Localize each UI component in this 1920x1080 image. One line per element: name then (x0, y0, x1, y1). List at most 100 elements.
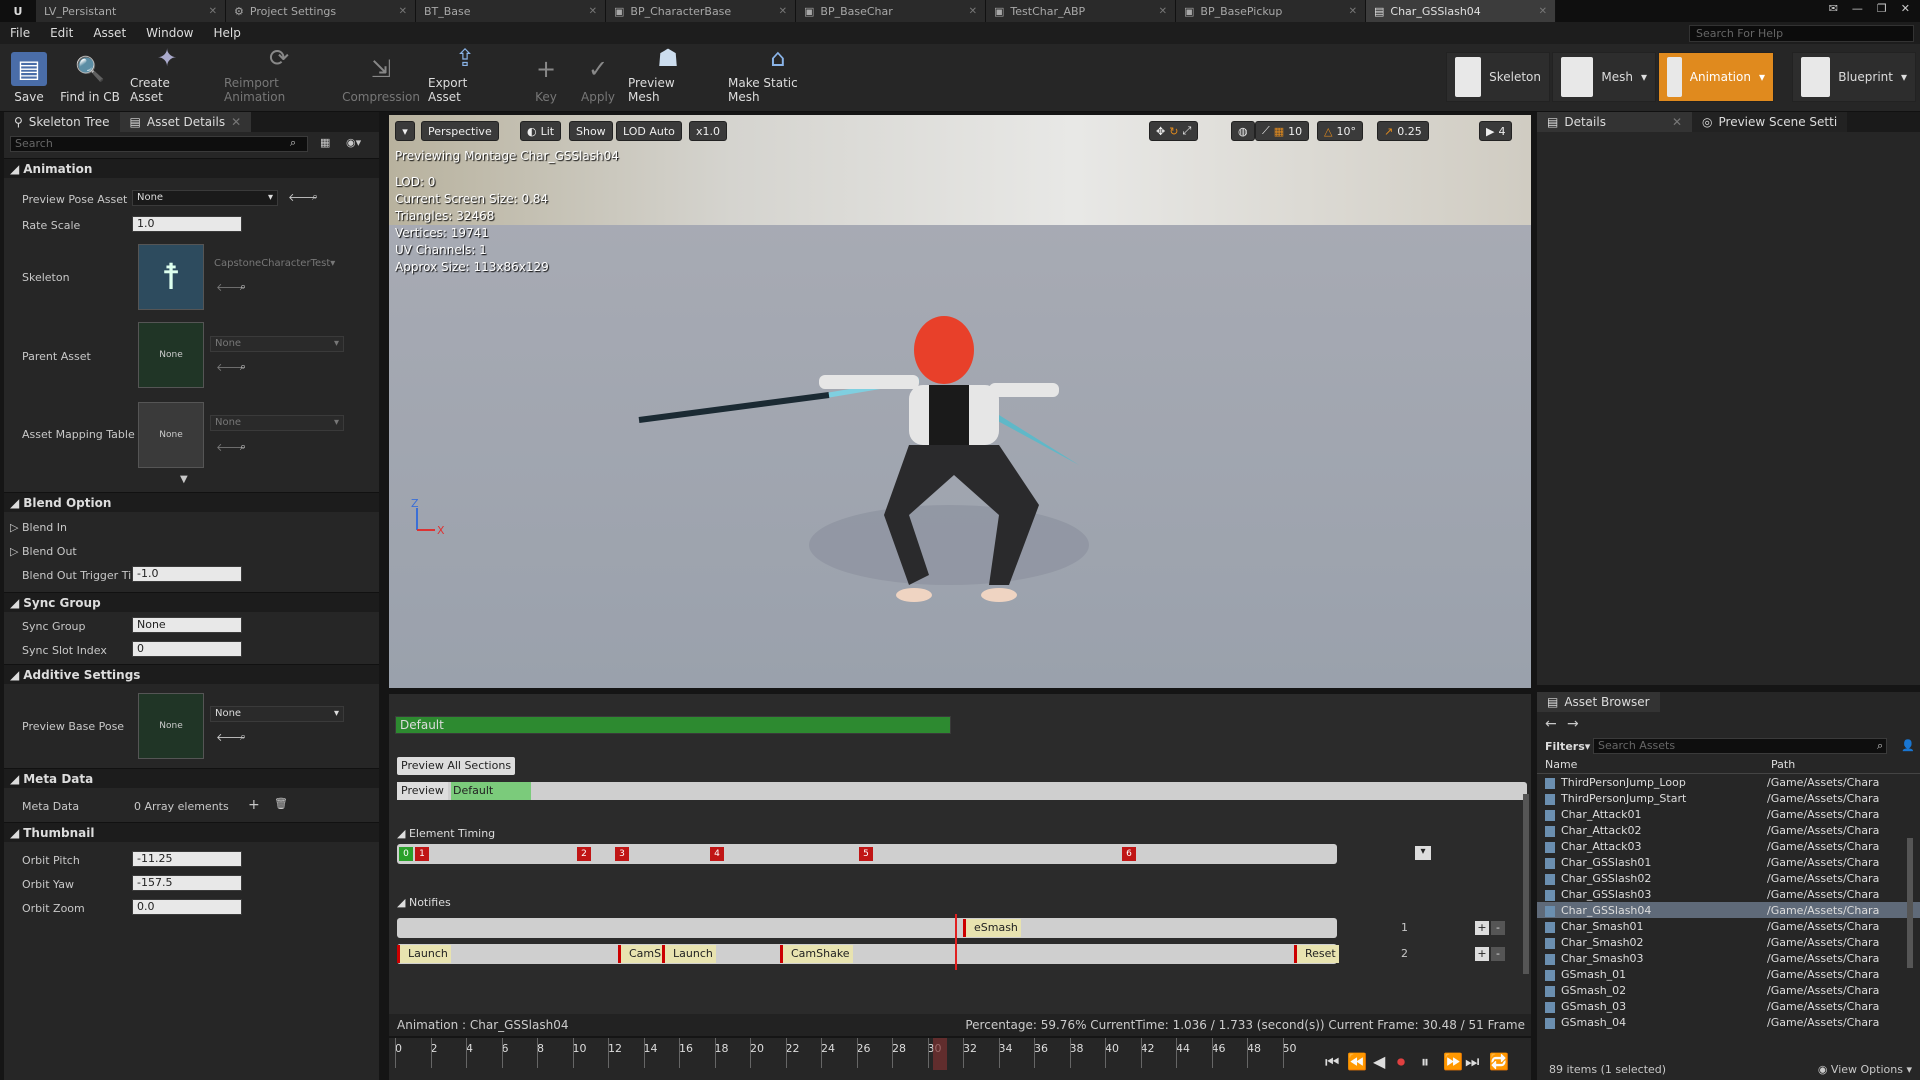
preview-pose-asset-dropdown[interactable]: None ▾ (132, 190, 278, 206)
search-icon[interactable]: ⌕ (240, 280, 246, 294)
timing-marker[interactable]: 6 (1122, 847, 1136, 861)
parent-asset-thumbnail[interactable]: None (138, 322, 204, 388)
preview-mesh-button[interactable]: ☗ Preview Mesh (628, 44, 708, 108)
asset-mapping-thumbnail[interactable]: None (138, 402, 204, 468)
eye-icon[interactable]: ◉▾ (346, 136, 361, 149)
menu-window[interactable]: Window (136, 26, 203, 40)
key-button[interactable]: + Key (528, 48, 564, 108)
timeline-playhead[interactable] (933, 1038, 947, 1070)
filters-button[interactable]: Filters▾ (1545, 740, 1590, 753)
close-window-icon[interactable]: ✕ (1901, 2, 1910, 15)
notify-esmash[interactable]: eSmash (963, 919, 1021, 937)
mode-blueprint[interactable]: Blueprint ▾ (1792, 52, 1916, 102)
timeline-scrubber[interactable]: 0246810121416182022242628303234363840424… (389, 1038, 1531, 1080)
asset-row[interactable]: GSmash_03/Game/Assets/Chara (1537, 998, 1920, 1014)
menu-file[interactable]: File (0, 26, 40, 40)
tab-lv-persistant[interactable]: LV_Persistant ✕ (36, 0, 226, 22)
close-icon[interactable]: ✕ (399, 6, 407, 17)
timeline-ruler[interactable]: 0246810121416182022242628303234363840424… (395, 1038, 1297, 1080)
tab-asset-details[interactable]: ▤ Asset Details ✕ (119, 112, 252, 132)
asset-mapping-dropdown[interactable]: None ▾ (210, 415, 344, 431)
step-forward-icon[interactable]: ⏩ (1443, 1052, 1463, 1071)
tab-skeleton-tree[interactable]: ⚲ Skeleton Tree (4, 112, 120, 132)
close-icon[interactable]: ✕ (209, 6, 217, 17)
trash-icon[interactable]: 🗑 (274, 797, 288, 810)
orbit-zoom-field[interactable]: 0.0 (132, 899, 242, 915)
search-icon[interactable]: ⌕ (240, 730, 246, 744)
save-button[interactable]: ▤ Save (8, 48, 50, 108)
close-icon[interactable]: ✕ (1672, 115, 1682, 129)
search-icon[interactable]: ⌕ (240, 440, 246, 454)
notify-track-2[interactable]: eSmash (397, 918, 1337, 938)
asset-row[interactable]: Char_GSSlash01/Game/Assets/Chara (1537, 854, 1920, 870)
remove-track-icon[interactable]: - (1491, 921, 1505, 935)
default-section-block[interactable]: Default (451, 782, 531, 800)
skeleton-dropdown[interactable]: CapstoneCharacterTest▾ (210, 257, 346, 273)
preview-viewport[interactable]: ▾ Perspective ◐ Lit Show LOD Auto x1.0 ✥ ↻… (389, 115, 1531, 688)
help-search-input[interactable]: Search For Help (1689, 25, 1914, 42)
tab-char-gsslash04[interactable]: ▤ Char_GSSlash04 ✕ (1366, 0, 1556, 22)
close-icon[interactable]: ✕ (1539, 6, 1547, 17)
preview-all-sections-button[interactable]: Preview All Sections (397, 757, 516, 775)
notify-launch-2[interactable]: Launch (662, 945, 716, 963)
tab-details[interactable]: ▤ Details ✕ (1537, 112, 1693, 132)
tab-bp-characterbase[interactable]: ▣ BP_CharacterBase ✕ (606, 0, 796, 22)
close-icon[interactable]: ✕ (231, 115, 241, 129)
element-timing-header[interactable]: ◢ Element Timing (397, 827, 495, 840)
skip-to-start-icon[interactable]: ⏮ (1325, 1052, 1339, 1072)
notify-track-1[interactable]: Launch CamSh Launch CamShake Reset (397, 944, 1339, 964)
notify-camshake-short[interactable]: CamSh (618, 945, 664, 963)
blend-out-row[interactable]: ▷ Blend Out (10, 545, 77, 558)
asset-row[interactable]: Char_GSSlash03/Game/Assets/Chara (1537, 886, 1920, 902)
section-sync-group[interactable]: ◢ Sync Group (4, 592, 379, 612)
close-icon[interactable]: ✕ (779, 6, 787, 17)
timing-marker[interactable]: 3 (615, 847, 629, 861)
asset-row[interactable]: Char_Smash01/Game/Assets/Chara (1537, 918, 1920, 934)
notify-launch[interactable]: Launch (397, 945, 451, 963)
view-options-button[interactable]: ◉ View Options ▾ (1818, 1063, 1912, 1076)
details-search-input[interactable]: Search (10, 136, 308, 152)
section-animation[interactable]: ◢ Animation (4, 158, 379, 178)
timing-marker[interactable]: 2 (577, 847, 591, 861)
rate-scale-field[interactable]: 1.0 (132, 216, 242, 232)
timing-marker[interactable]: 4 (710, 847, 724, 861)
preview-base-pose-thumbnail[interactable]: None (138, 693, 204, 759)
skeleton-thumbnail[interactable]: ☨ (138, 244, 204, 310)
blend-in-row[interactable]: ▷ Blend In (10, 521, 67, 534)
skip-to-end-icon[interactable]: ⏭ (1465, 1052, 1479, 1072)
minimize-icon[interactable]: — (1852, 2, 1863, 15)
expand-advanced-icon[interactable]: ▼ (180, 474, 188, 485)
mode-skeleton[interactable]: Skeleton (1446, 52, 1550, 102)
add-track-icon[interactable]: + (1475, 947, 1489, 961)
add-icon[interactable]: + (248, 797, 260, 813)
asset-row[interactable]: GSmash_01/Game/Assets/Chara (1537, 966, 1920, 982)
asset-list-scrollbar[interactable] (1907, 838, 1913, 968)
create-asset-button[interactable]: ✦ Create Asset (130, 44, 204, 108)
loop-icon[interactable]: 🔁 (1489, 1052, 1509, 1071)
asset-row[interactable]: Char_Attack02/Game/Assets/Chara (1537, 822, 1920, 838)
section-thumbnail[interactable]: ◢ Thumbnail (4, 822, 379, 842)
notify-reset[interactable]: Reset (1294, 945, 1339, 963)
menu-help[interactable]: Help (203, 26, 250, 40)
timing-marker[interactable]: 1 (415, 847, 429, 861)
asset-row[interactable]: Char_Attack01/Game/Assets/Chara (1537, 806, 1920, 822)
tab-bp-basechar[interactable]: ▣ BP_BaseChar ✕ (796, 0, 986, 22)
maximize-icon[interactable]: ❐ (1877, 2, 1887, 15)
search-assets-input[interactable]: Search Assets (1593, 738, 1887, 754)
orbit-pitch-field[interactable]: -11.25 (132, 851, 242, 867)
compression-button[interactable]: ⇲ Compression (342, 48, 420, 108)
export-asset-button[interactable]: ⇪ Export Asset (428, 44, 502, 108)
asset-row[interactable]: Char_GSSlash04/Game/Assets/Chara (1537, 902, 1920, 918)
find-in-cb-button[interactable]: 🔍 Find in CB (58, 48, 122, 108)
menu-asset[interactable]: Asset (83, 26, 136, 40)
montage-scrollbar[interactable] (1523, 794, 1529, 974)
section-additive-settings[interactable]: ◢ Additive Settings (4, 664, 379, 684)
menu-edit[interactable]: Edit (40, 26, 83, 40)
asset-row[interactable]: Char_Smash02/Game/Assets/Chara (1537, 934, 1920, 950)
search-icon[interactable]: ⌕ (240, 360, 246, 374)
parent-asset-dropdown[interactable]: None ▾ (210, 336, 344, 352)
tab-asset-browser[interactable]: ▤ Asset Browser (1537, 692, 1660, 712)
play-reverse-icon[interactable]: ◀ (1373, 1052, 1385, 1071)
forward-arrow-icon[interactable]: → (1567, 716, 1579, 732)
section-blend-option[interactable]: ◢ Blend Option (4, 492, 379, 512)
